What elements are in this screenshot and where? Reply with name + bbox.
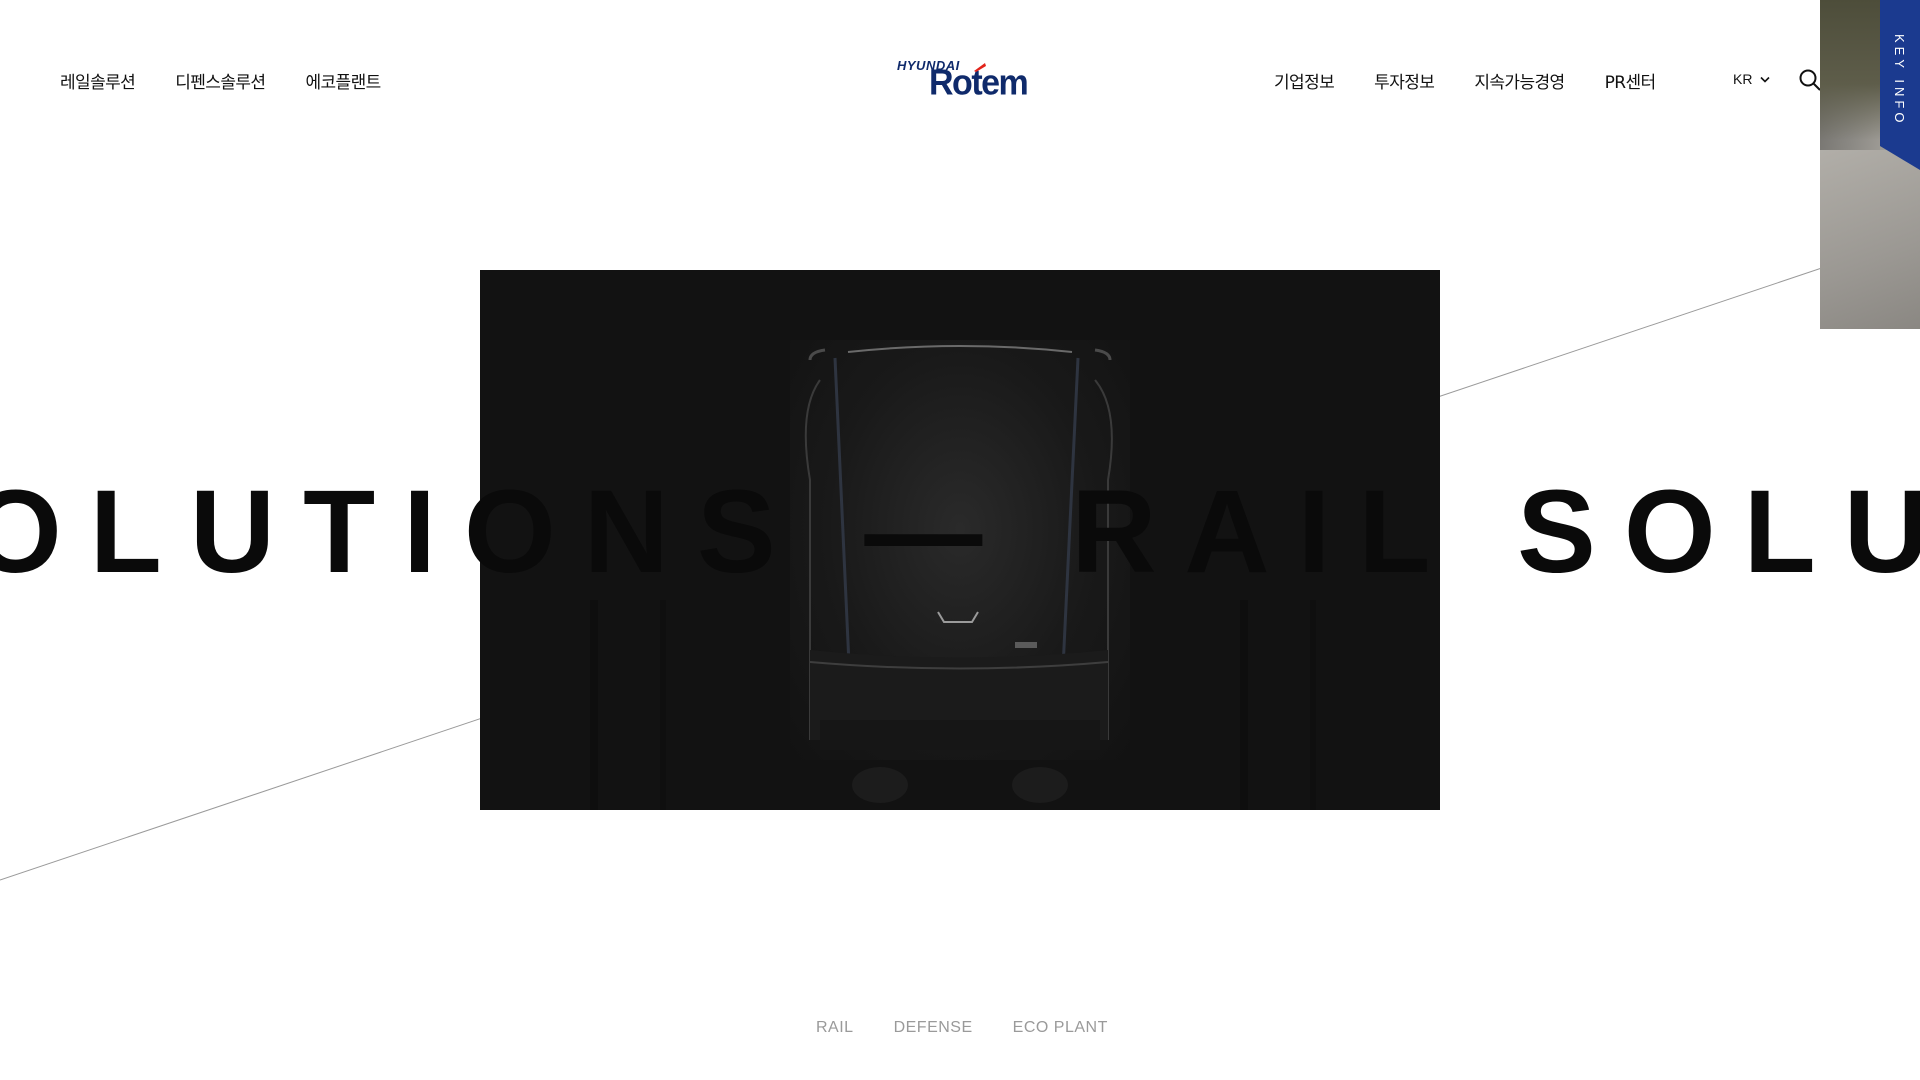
nav-item-investor-info[interactable]: 투자정보 [1374, 68, 1435, 93]
nav-item-rail-solution[interactable]: 레일솔루션 [60, 68, 136, 93]
key-info-image-road [1820, 150, 1920, 329]
tab-defense[interactable]: DEFENSE [894, 1019, 973, 1037]
key-info-tab[interactable]: KEY INFO [1880, 0, 1920, 170]
category-tabs: RAIL DEFENSE ECO PLANT [816, 1019, 1108, 1037]
logo-accent-mark [974, 63, 986, 72]
tab-rail[interactable]: RAIL [816, 1019, 854, 1037]
primary-nav-left: 레일솔루션 디펜스솔루션 에코플랜트 [60, 68, 381, 93]
hyundai-rotem-logo[interactable]: HYUNDAI Rotem [897, 56, 1029, 106]
site-header: 레일솔루션 디펜스솔루션 에코플랜트 HYUNDAI Rotem 기업정보 투자… [0, 0, 1920, 162]
nav-item-company-info[interactable]: 기업정보 [1274, 68, 1335, 93]
search-icon [1799, 69, 1821, 91]
language-selected: KR [1733, 71, 1753, 87]
key-info-image-grass [1820, 0, 1880, 140]
language-selector[interactable]: KR [1733, 71, 1771, 87]
nav-item-defense-solution[interactable]: 디펜스솔루션 [175, 68, 266, 93]
marquee-text: OLUTIONS — RAIL SOLUTI [0, 466, 1920, 598]
nav-item-eco-plant[interactable]: 에코플랜트 [305, 68, 381, 93]
search-button[interactable] [1798, 68, 1822, 92]
page: 레일솔루션 디펜스솔루션 에코플랜트 HYUNDAI Rotem 기업정보 투자… [0, 0, 1920, 1080]
hero-marquee: OLUTIONS — RAIL SOLUTI [0, 462, 1920, 602]
chevron-down-icon [1760, 76, 1771, 83]
key-info-label: KEY INFO [1892, 34, 1907, 127]
tab-eco-plant[interactable]: ECO PLANT [1013, 1019, 1108, 1037]
nav-item-sustainability[interactable]: 지속가능경영 [1474, 68, 1565, 93]
primary-nav-right: 기업정보 투자정보 지속가능경영 PR센터 [1274, 68, 1656, 93]
nav-item-pr-center[interactable]: PR센터 [1605, 68, 1657, 93]
